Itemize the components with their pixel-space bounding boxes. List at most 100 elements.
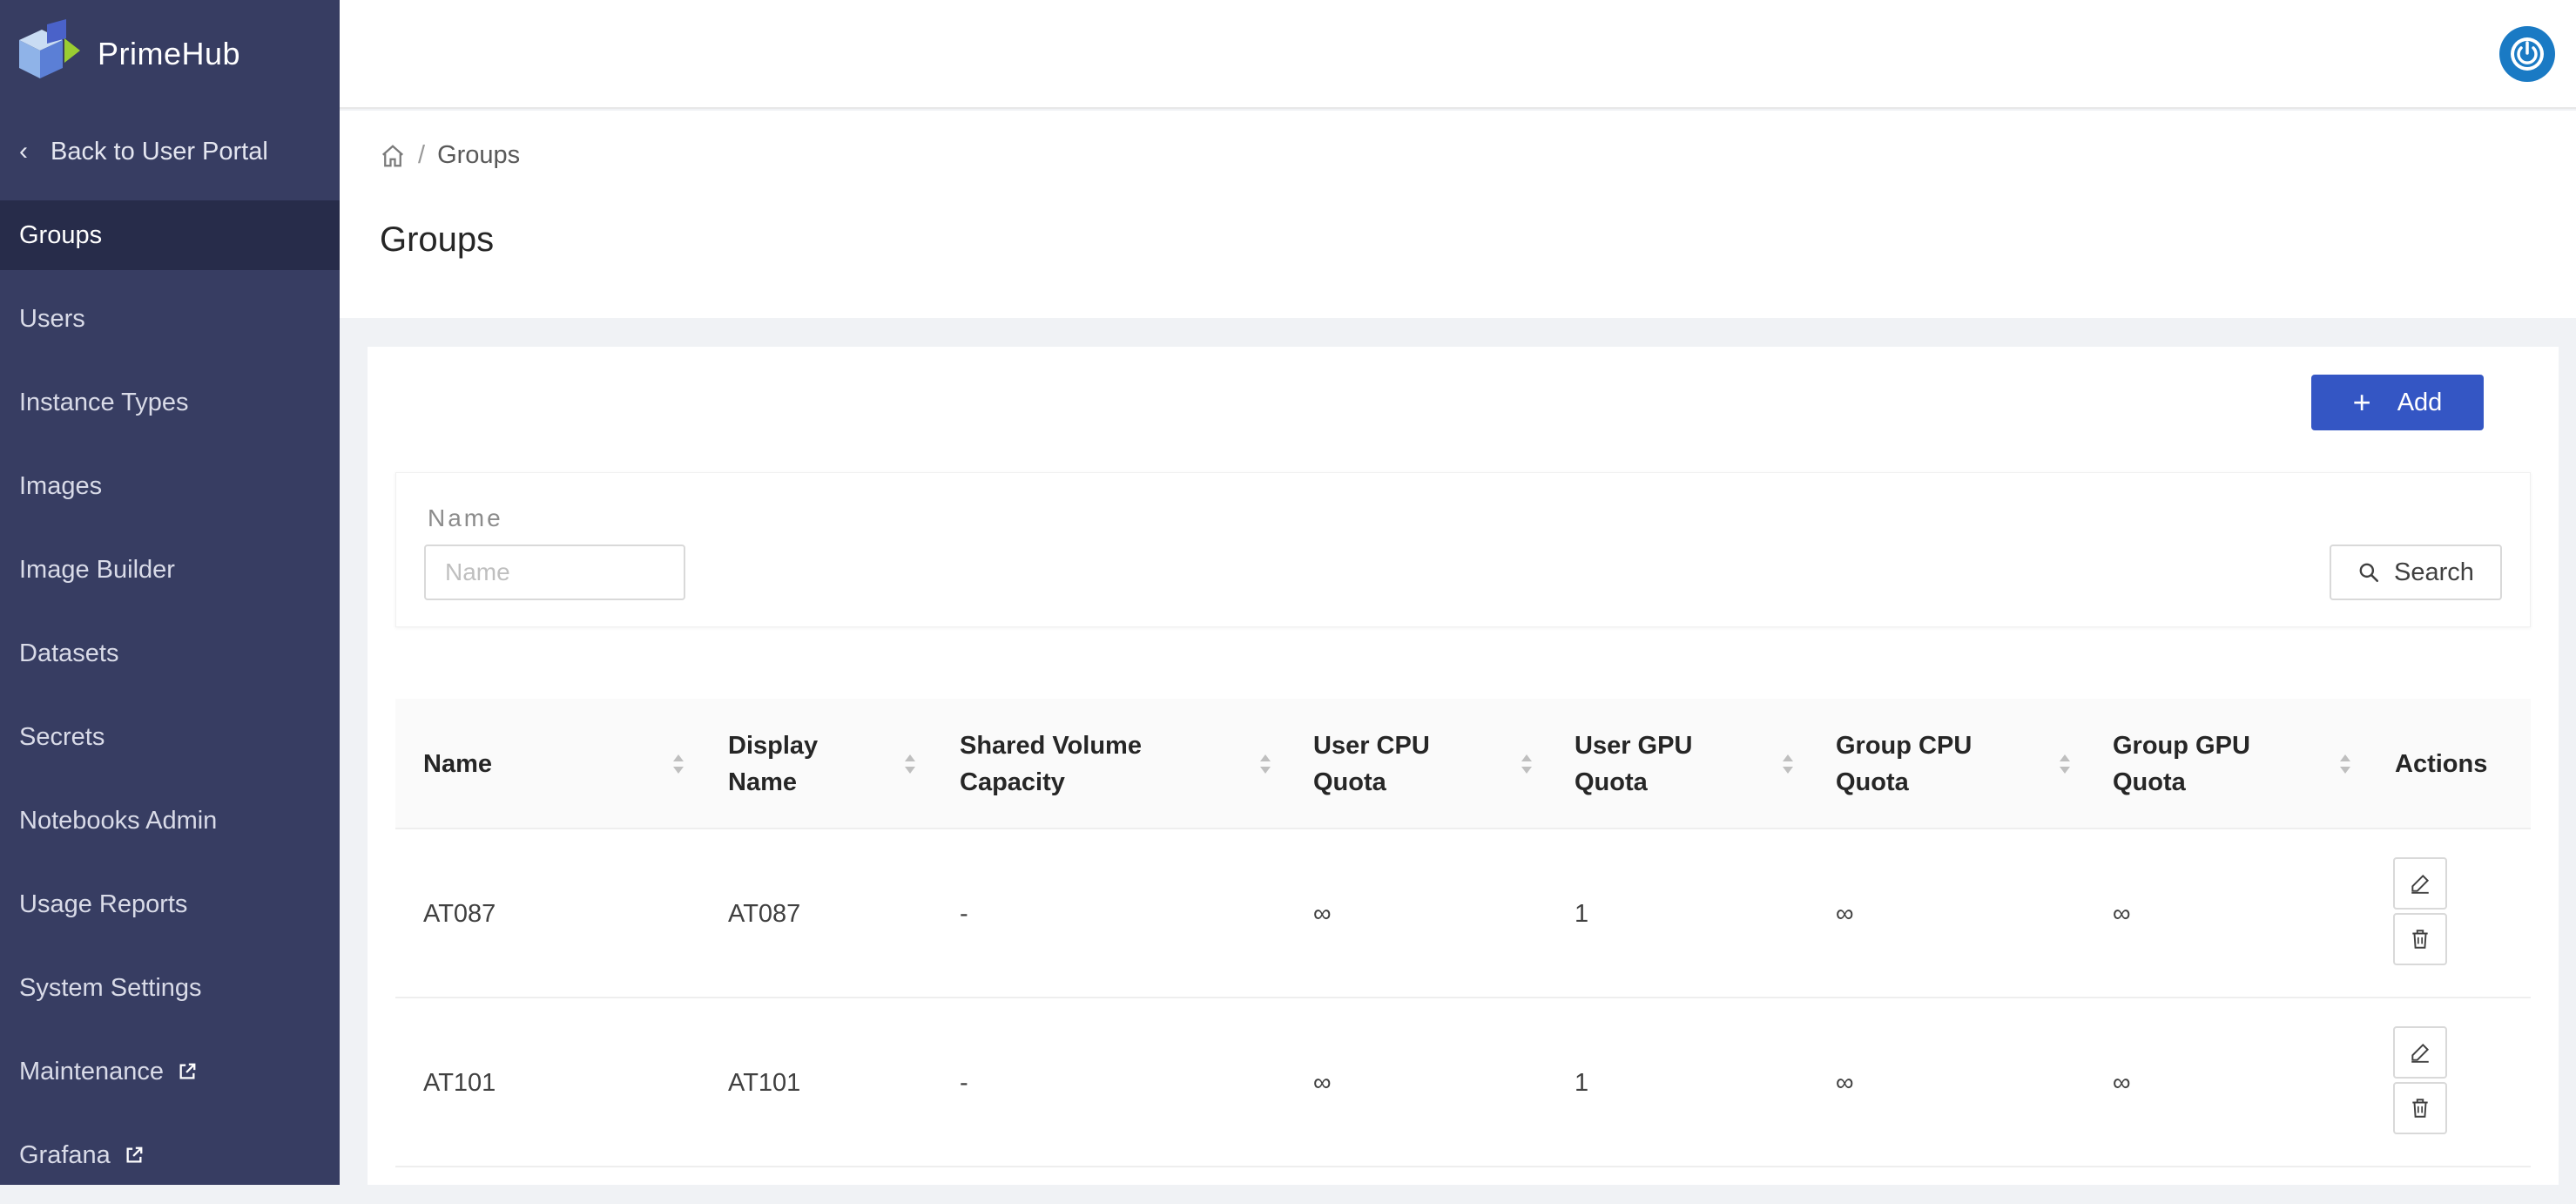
external-link-icon <box>179 1063 196 1079</box>
sidebar-item-label: Grafana <box>19 1140 111 1169</box>
sort-icon[interactable] <box>904 751 916 777</box>
sidebar-item-secrets[interactable]: Secrets <box>0 702 340 772</box>
sort-icon[interactable] <box>2059 751 2071 777</box>
groups-card: + Add Name Search Name Display Name Share… <box>368 347 2559 1185</box>
plus-icon: + <box>2352 384 2371 420</box>
column-title: Name <box>423 750 492 778</box>
logout-button[interactable] <box>2499 26 2555 82</box>
sidebar: PrimeHub ‹ Back to User Portal Groups Us… <box>0 0 340 1185</box>
edit-button[interactable] <box>2393 857 2447 910</box>
cell-user-gpu: 1 <box>1575 899 1589 928</box>
column-title: User GPU <box>1575 732 1693 760</box>
home-icon[interactable] <box>380 143 406 169</box>
search-button-label: Search <box>2394 558 2474 586</box>
sidebar-item-label: Usage Reports <box>19 889 188 918</box>
edit-icon <box>2411 1043 2430 1063</box>
cell-user-cpu: ∞ <box>1313 899 1332 928</box>
sidebar-item-grafana[interactable]: Grafana <box>0 1120 340 1190</box>
column-header-actions: Actions <box>2395 699 2517 829</box>
trash-icon <box>2412 1099 2428 1118</box>
add-group-button[interactable]: + Add <box>2311 375 2484 430</box>
delete-button[interactable] <box>2393 913 2447 965</box>
edit-icon <box>2411 874 2430 894</box>
sidebar-item-instance-types[interactable]: Instance Types <box>0 368 340 437</box>
sort-icon[interactable] <box>1782 751 1794 777</box>
table-row: AT101 AT101 - ∞ 1 ∞ ∞ <box>395 998 2531 1167</box>
sidebar-item-maintenance[interactable]: Maintenance <box>0 1037 340 1106</box>
power-icon <box>2511 37 2544 71</box>
sidebar-item-images[interactable]: Images <box>0 451 340 521</box>
app-name: PrimeHub <box>98 36 241 71</box>
sidebar-item-label: Secrets <box>19 722 105 751</box>
sidebar-item-notebooks-admin[interactable]: Notebooks Admin <box>0 786 340 856</box>
back-link-label: Back to User Portal <box>51 137 268 166</box>
sidebar-item-label: Instance Types <box>19 388 189 416</box>
column-title: Actions <box>2395 750 2488 778</box>
sidebar-item-datasets[interactable]: Datasets <box>0 619 340 688</box>
sort-icon[interactable] <box>672 751 684 777</box>
cell-shared-volume: - <box>960 899 968 928</box>
sort-icon[interactable] <box>2339 751 2351 777</box>
cell-group-gpu: ∞ <box>2113 899 2131 928</box>
column-title: User CPU <box>1313 732 1430 760</box>
column-title-line2: Capacity <box>960 768 1065 796</box>
name-filter-label: Name <box>428 504 503 531</box>
table-header: Name Display Name Shared Volume Capacity U… <box>395 699 2531 829</box>
app-logo[interactable]: PrimeHub <box>16 19 240 89</box>
sidebar-item-groups[interactable]: Groups <box>0 200 340 270</box>
sidebar-item-label: Datasets <box>19 639 119 667</box>
column-title: Shared Volume <box>960 732 1142 760</box>
column-header-name[interactable]: Name <box>423 699 684 829</box>
column-header-user-gpu-quota[interactable]: User GPU Quota <box>1575 699 1749 829</box>
delete-button[interactable] <box>2393 1082 2447 1134</box>
sidebar-menu: Groups Users Instance Types Images Image… <box>0 200 340 1204</box>
sidebar-item-label: Images <box>19 471 103 500</box>
breadcrumb-current: Groups <box>437 141 521 169</box>
cell-group-cpu: ∞ <box>1836 1068 1854 1097</box>
add-button-label: Add <box>2397 388 2443 416</box>
sidebar-item-label: Notebooks Admin <box>19 806 218 835</box>
sort-icon[interactable] <box>1259 751 1271 777</box>
breadcrumb: / Groups <box>380 141 520 170</box>
cell-name: AT101 <box>423 1068 496 1097</box>
cell-group-cpu: ∞ <box>1836 899 1854 928</box>
cell-user-cpu: ∞ <box>1313 1068 1332 1097</box>
column-title-line2: Quota <box>1836 768 1909 796</box>
page-title: Groups <box>380 220 495 259</box>
cell-group-gpu: ∞ <box>2113 1068 2131 1097</box>
cell-name: AT087 <box>423 899 496 928</box>
search-button[interactable]: Search <box>2330 545 2502 600</box>
sidebar-item-label: System Settings <box>19 973 202 1002</box>
column-title: Display <box>728 732 819 760</box>
name-filter-input[interactable] <box>424 545 685 600</box>
sidebar-item-users[interactable]: Users <box>0 284 340 354</box>
column-header-display-name[interactable]: Display Name <box>728 699 902 829</box>
breadcrumb-separator: / <box>418 141 426 169</box>
cell-user-gpu: 1 <box>1575 1068 1589 1097</box>
groups-table: Name Display Name Shared Volume Capacity U… <box>395 699 2531 1167</box>
column-title: Group CPU <box>1836 732 1972 760</box>
sidebar-item-usage-reports[interactable]: Usage Reports <box>0 869 340 939</box>
column-title-line2: Name <box>728 768 797 796</box>
page-header: / Groups Groups <box>340 111 2576 318</box>
column-header-shared-volume-capacity[interactable]: Shared Volume Capacity <box>960 699 1221 829</box>
table-row: AT087 AT087 - ∞ 1 ∞ ∞ <box>395 829 2531 998</box>
cell-display-name: AT101 <box>728 1068 801 1097</box>
sidebar-item-label: Maintenance <box>19 1057 165 1086</box>
edit-button[interactable] <box>2393 1026 2447 1079</box>
sidebar-item-image-builder[interactable]: Image Builder <box>0 535 340 605</box>
column-title-line2: Quota <box>2113 768 2186 796</box>
sidebar-item-label: Image Builder <box>19 555 175 584</box>
primehub-logo-icon <box>19 19 80 78</box>
back-to-user-portal-link[interactable]: ‹ Back to User Portal <box>0 122 340 181</box>
external-link-icon <box>126 1147 143 1163</box>
search-icon <box>2359 563 2379 583</box>
sort-icon[interactable] <box>1521 751 1533 777</box>
chevron-left-icon: ‹ <box>19 137 28 166</box>
filter-panel: Name Search <box>395 472 2531 627</box>
sidebar-item-system-settings[interactable]: System Settings <box>0 953 340 1023</box>
column-header-group-cpu-quota[interactable]: Group CPU Quota <box>1836 699 2010 829</box>
column-header-user-cpu-quota[interactable]: User CPU Quota <box>1313 699 1487 829</box>
column-header-group-gpu-quota[interactable]: Group GPU Quota <box>2113 699 2287 829</box>
sidebar-item-label: Groups <box>19 220 103 249</box>
